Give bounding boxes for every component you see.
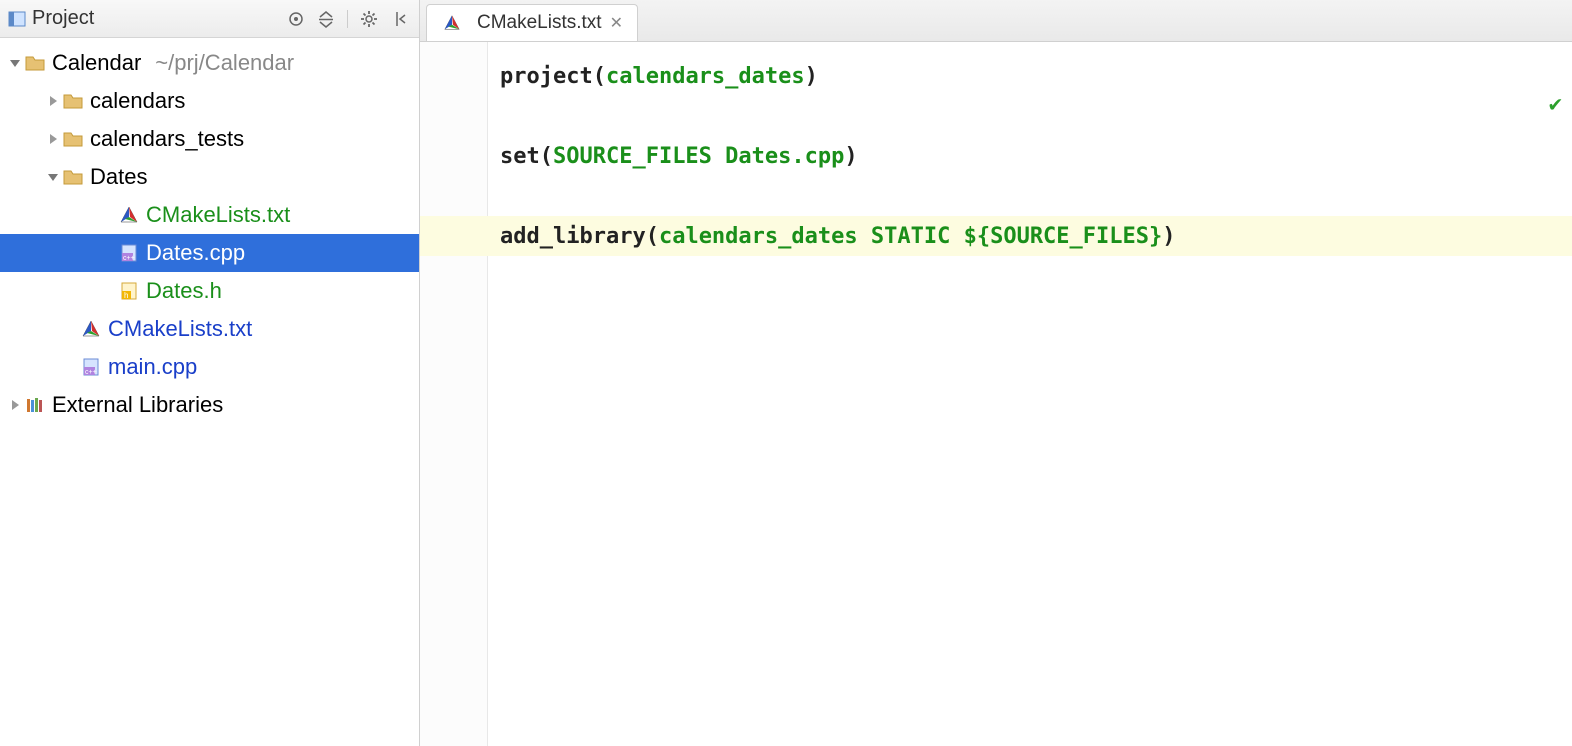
chevron-right-icon[interactable]	[44, 130, 62, 148]
tree-file-root-cmake[interactable]: CMakeLists.txt	[0, 310, 419, 348]
editor-tabbar: CMakeLists.txt ✕	[420, 0, 1572, 42]
svg-text:c++: c++	[85, 369, 97, 376]
code-line-blank	[500, 96, 1572, 136]
code-content[interactable]: project(calendars_dates) set(SOURCE_FILE…	[488, 42, 1572, 746]
cpp-file-icon: c++	[80, 356, 102, 378]
tree-file-main-cpp[interactable]: c++ main.cpp	[0, 348, 419, 386]
cmake-icon	[118, 204, 140, 226]
editor-gutter	[420, 42, 488, 746]
code-line: project(calendars_dates)	[500, 56, 1572, 96]
tree-item-label: External Libraries	[52, 392, 223, 418]
tree-item-label: calendars_tests	[90, 126, 244, 152]
gear-icon[interactable]	[357, 7, 381, 31]
library-icon	[24, 394, 46, 416]
sidebar-header: Project	[0, 0, 419, 38]
separator	[347, 10, 348, 28]
tree-item-label: main.cpp	[108, 354, 197, 380]
tree-file-dates-cmake[interactable]: CMakeLists.txt	[0, 196, 419, 234]
tree-item-label: calendars	[90, 88, 185, 114]
collapse-all-icon[interactable]	[314, 7, 338, 31]
tree-item-label: Calendar	[52, 50, 141, 76]
tree-item-label: CMakeLists.txt	[146, 202, 290, 228]
chevron-right-icon[interactable]	[44, 92, 62, 110]
tree-file-dates-h[interactable]: h Dates.h	[0, 272, 419, 310]
inspection-ok-icon[interactable]: ✔	[1549, 92, 1562, 117]
hide-icon[interactable]	[387, 7, 411, 31]
code-line: set(SOURCE_FILES Dates.cpp)	[500, 136, 1572, 176]
chevron-down-icon[interactable]	[44, 168, 62, 186]
tree-item-label: Dates.cpp	[146, 240, 245, 266]
tab-label: CMakeLists.txt	[477, 12, 602, 34]
tree-item-path: ~/prj/Calendar	[155, 50, 294, 76]
tree-folder-dates[interactable]: Dates	[0, 158, 419, 196]
tree-item-label: Dates	[90, 164, 147, 190]
folder-icon	[62, 166, 84, 188]
locate-icon[interactable]	[284, 7, 308, 31]
header-file-icon: h	[118, 280, 140, 302]
project-pane-icon	[8, 10, 26, 28]
project-sidebar: Project Calendar ~/prj/Calendar	[0, 0, 420, 746]
folder-icon	[24, 52, 46, 74]
close-icon[interactable]: ✕	[610, 13, 623, 33]
chevron-right-icon[interactable]	[6, 396, 24, 414]
tree-item-label: Dates.h	[146, 278, 222, 304]
tree-file-dates-cpp[interactable]: c++ Dates.cpp	[0, 234, 419, 272]
editor-area: CMakeLists.txt ✕ project(calendars_dates…	[420, 0, 1572, 746]
code-editor[interactable]: project(calendars_dates) set(SOURCE_FILE…	[420, 42, 1572, 746]
cpp-file-icon: c++	[118, 242, 140, 264]
tree-folder-calendars[interactable]: calendars	[0, 82, 419, 120]
code-line-current: add_library(calendars_dates STATIC ${SOU…	[420, 216, 1572, 256]
editor-tab-cmakelists[interactable]: CMakeLists.txt ✕	[426, 4, 638, 41]
folder-icon	[62, 90, 84, 112]
tree-external-libraries[interactable]: External Libraries	[0, 386, 419, 424]
cmake-icon	[80, 318, 102, 340]
tree-folder-calendars-tests[interactable]: calendars_tests	[0, 120, 419, 158]
project-tree[interactable]: Calendar ~/prj/Calendar calendars calend…	[0, 38, 419, 746]
tree-root-calendar[interactable]: Calendar ~/prj/Calendar	[0, 44, 419, 82]
chevron-down-icon[interactable]	[6, 54, 24, 72]
folder-icon	[62, 128, 84, 150]
svg-text:c++: c++	[123, 255, 135, 262]
code-line-blank	[500, 176, 1572, 216]
tree-item-label: CMakeLists.txt	[108, 316, 252, 342]
cmake-icon	[441, 12, 463, 34]
sidebar-title: Project	[32, 7, 94, 30]
svg-text:h: h	[124, 291, 128, 300]
